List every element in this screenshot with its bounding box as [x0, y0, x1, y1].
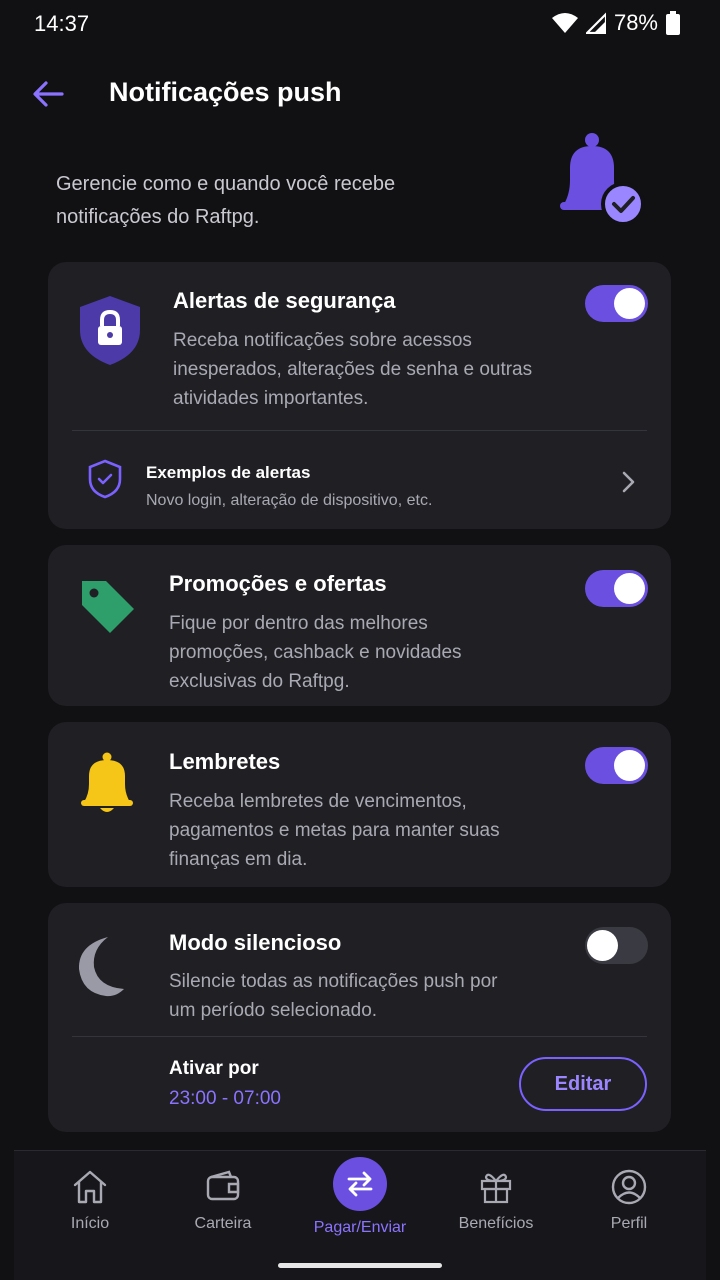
- back-arrow-icon: [33, 81, 64, 107]
- toggle-knob: [614, 573, 645, 604]
- transfer-icon: [347, 1171, 373, 1197]
- nav-wallet[interactable]: Carteira: [163, 1169, 283, 1249]
- silent-mode-card: Modo silencioso Silencie todas as notifi…: [48, 903, 671, 1132]
- security-toggle[interactable]: [585, 285, 648, 322]
- home-icon: [73, 1170, 107, 1204]
- tag-icon: [82, 581, 134, 633]
- nav-benefits[interactable]: Benefícios: [436, 1169, 556, 1249]
- status-icons: 78%: [551, 10, 680, 36]
- examples-title: Exemplos de alertas: [146, 463, 311, 482]
- battery-icon: [666, 11, 680, 35]
- status-time: 14:37: [34, 11, 90, 36]
- toggle-knob: [614, 288, 645, 319]
- intro-text: Gerencie como e quando você recebe notif…: [56, 173, 396, 228]
- nav-pay-send-label: Pagar/Enviar: [313, 1219, 407, 1236]
- reminders-description: Receba lembretes de vencimentos, pagamen…: [169, 791, 500, 870]
- nav-wallet-label: Carteira: [194, 1215, 252, 1232]
- silent-title: Modo silencioso: [169, 930, 342, 955]
- bottom-navigation: Início Carteira Pagar/Enviar Benefícios …: [14, 1150, 706, 1280]
- nav-profile[interactable]: Perfil: [569, 1169, 689, 1249]
- app-bar: Notificações push: [0, 60, 720, 128]
- battery-percent: 78%: [613, 10, 658, 35]
- security-alerts-card: Alertas de segurança Receba notificações…: [48, 262, 671, 529]
- bell-icon: [81, 752, 133, 812]
- chevron-right-icon: [622, 471, 635, 493]
- activate-label: Ativar por: [169, 1058, 259, 1079]
- silent-time-range: 23:00 - 07:00: [169, 1088, 281, 1109]
- promotions-title: Promoções e ofertas: [169, 571, 387, 596]
- signal-icon: [585, 12, 606, 34]
- nav-profile-label: Perfil: [610, 1215, 648, 1232]
- status-bar: 14:37 78%: [0, 0, 720, 48]
- gift-icon: [480, 1173, 512, 1204]
- security-description: Receba notificações sobre acessos inespe…: [173, 330, 533, 409]
- nav-home[interactable]: Início: [30, 1169, 150, 1249]
- shield-check-icon: [88, 459, 122, 499]
- nav-benefits-label: Benefícios: [458, 1215, 534, 1232]
- toggle-knob: [587, 930, 618, 961]
- reminders-title: Lembretes: [169, 749, 281, 774]
- nav-home-label: Início: [70, 1215, 110, 1232]
- moon-icon: [78, 937, 124, 997]
- divider: [72, 430, 647, 431]
- silent-description: Silencie todas as notificações push por …: [169, 971, 498, 1021]
- reminders-card: Lembretes Receba lembretes de vencimento…: [48, 722, 671, 887]
- security-title: Alertas de segurança: [173, 288, 396, 313]
- bell-check-icon: [560, 133, 645, 226]
- nav-pay-send[interactable]: Pagar/Enviar: [300, 1157, 420, 1237]
- promotions-card: Promoções e ofertas Fique por dentro das…: [48, 545, 671, 706]
- pay-send-circle: [333, 1157, 387, 1211]
- back-button[interactable]: [30, 76, 66, 112]
- examples-description: Novo login, alteração de dispositivo, et…: [146, 492, 433, 509]
- alert-examples-row[interactable]: Exemplos de alertas Novo login, alteraçã…: [48, 437, 671, 529]
- silent-toggle[interactable]: [585, 927, 648, 964]
- promotions-description: Fique por dentro das melhores promoções,…: [169, 613, 462, 692]
- profile-icon: [611, 1169, 647, 1205]
- wifi-icon: [551, 13, 578, 33]
- toggle-knob: [614, 750, 645, 781]
- reminders-toggle[interactable]: [585, 747, 648, 784]
- edit-button[interactable]: Editar: [519, 1057, 647, 1111]
- shield-lock-icon: [80, 296, 140, 365]
- wallet-icon: [206, 1170, 240, 1201]
- page-title: Notificações push: [109, 77, 342, 107]
- home-indicator[interactable]: [278, 1263, 442, 1268]
- divider: [72, 1036, 647, 1037]
- promotions-toggle[interactable]: [585, 570, 648, 607]
